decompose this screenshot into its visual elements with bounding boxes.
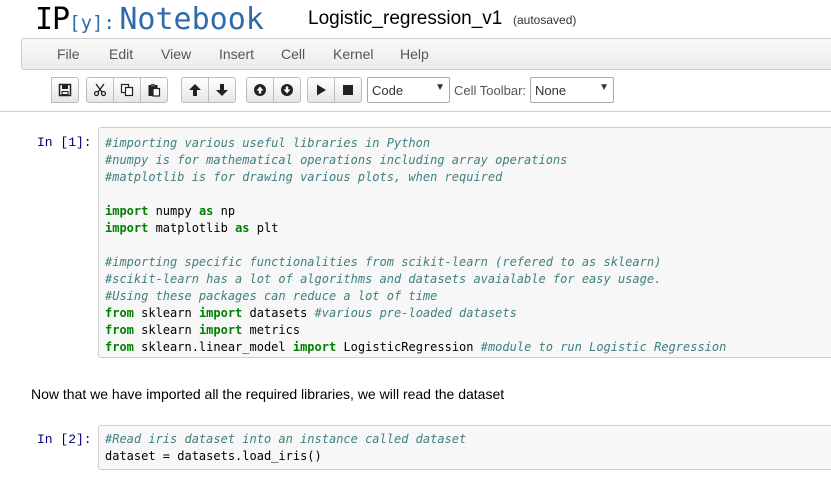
markdown-cell[interactable]: Now that we have imported all the requir…	[31, 386, 504, 402]
save-group	[51, 77, 79, 103]
code-comment: #matplotlib is for drawing various plots…	[105, 170, 503, 184]
code-token: plt	[249, 221, 279, 235]
code-token: matplotlib	[148, 221, 236, 235]
code-cell-input[interactable]: #importing various useful libraries in P…	[98, 127, 831, 358]
code-text: #Read iris dataset into an instance call…	[105, 431, 466, 465]
copy-icon	[120, 83, 134, 97]
input-prompt: In [1]:	[37, 135, 92, 150]
code-keyword: as	[198, 204, 214, 218]
cell-toolbar-select[interactable]: None ▼	[530, 77, 614, 103]
run-below-icon	[281, 84, 293, 96]
move-down-button[interactable]	[208, 77, 236, 103]
code-keyword: import	[198, 306, 243, 320]
run-above-icon	[254, 84, 266, 96]
move-up-icon	[189, 84, 201, 96]
code-token: sklearn.linear_model	[133, 340, 293, 354]
run-cell-button[interactable]	[307, 77, 335, 103]
chevron-down-icon: ▼	[435, 82, 445, 93]
code-comment: #module to run Logistic Regression	[480, 340, 727, 354]
toolbar-divider	[0, 111, 831, 112]
autosave-status: (autosaved)	[513, 13, 577, 27]
logo-ip-text: IP	[35, 2, 70, 37]
code-token: sklearn	[133, 323, 199, 337]
cell-type-value: Code	[372, 83, 404, 98]
menu-view[interactable]: View	[161, 46, 191, 62]
code-comment: #scikit-learn has a lot of algorithms an…	[105, 272, 662, 286]
code-keyword: import	[105, 204, 149, 218]
notebook-name[interactable]: Logistic_regression_v1	[308, 8, 502, 30]
insert-above-button[interactable]	[246, 77, 274, 103]
code-keyword: import	[292, 340, 337, 354]
interrupt-kernel-button[interactable]	[334, 77, 362, 103]
stop-icon	[343, 85, 353, 95]
code-token: datasets	[242, 306, 315, 320]
code-comment: #importing various useful libraries in P…	[105, 136, 431, 150]
menu-file[interactable]: File	[57, 46, 80, 62]
code-comment: #numpy is for mathematical operations in…	[105, 153, 568, 167]
code-token: dataset = datasets.load_iris()	[105, 449, 322, 463]
move-down-icon	[216, 84, 228, 96]
code-token: numpy	[148, 204, 199, 218]
ipython-logo[interactable]: IP[y]: Notebook	[35, 2, 264, 38]
menu-edit[interactable]: Edit	[109, 46, 133, 62]
logo-y-text: [y]:	[69, 12, 115, 34]
save-icon	[58, 83, 72, 97]
code-token: sklearn	[133, 306, 199, 320]
paste-button[interactable]	[140, 77, 168, 103]
menu-cell[interactable]: Cell	[281, 46, 305, 62]
cut-icon	[93, 83, 107, 97]
menu-insert[interactable]: Insert	[219, 46, 254, 62]
edit-group	[86, 77, 168, 103]
copy-button[interactable]	[113, 77, 141, 103]
run-group	[307, 77, 362, 103]
code-comment: #importing specific functionalities from…	[105, 255, 662, 269]
code-token: metrics	[242, 323, 301, 337]
insert-group	[246, 77, 301, 103]
code-keyword: as	[235, 221, 250, 235]
cell-toolbar-label: Cell Toolbar:	[454, 83, 527, 98]
notebook-header: IP[y]: Notebook Logistic_regression_v1 (…	[0, 0, 831, 40]
code-keyword: from	[105, 340, 134, 354]
menu-kernel[interactable]: Kernel	[333, 46, 373, 62]
chevron-down-icon: ▼	[599, 82, 609, 93]
code-token: LogisticRegression	[336, 340, 481, 354]
code-token: np	[213, 204, 236, 218]
input-prompt: In [2]:	[37, 432, 92, 447]
cell-type-select[interactable]: Code ▼	[367, 77, 450, 103]
code-comment: #various pre-loaded datasets	[314, 306, 517, 320]
menubar: File Edit View Insert Cell Kernel Help	[21, 38, 831, 70]
code-keyword: from	[105, 306, 134, 320]
code-comment: #Using these packages can reduce a lot o…	[105, 289, 438, 303]
logo-notebook-text: Notebook	[119, 2, 264, 37]
save-button[interactable]	[51, 77, 79, 103]
insert-below-button[interactable]	[273, 77, 301, 103]
move-up-button[interactable]	[181, 77, 209, 103]
code-cell-input[interactable]: #Read iris dataset into an instance call…	[98, 425, 831, 470]
play-icon	[317, 84, 326, 96]
move-group	[181, 77, 236, 103]
code-keyword: import	[198, 323, 243, 337]
code-comment: #Read iris dataset into an instance call…	[105, 432, 467, 446]
menu-help[interactable]: Help	[400, 46, 429, 62]
cell-toolbar-value: None	[535, 83, 567, 98]
code-text: #importing various useful libraries in P…	[105, 135, 726, 356]
code-keyword: from	[105, 323, 134, 337]
cut-button[interactable]	[86, 77, 114, 103]
code-keyword: import	[105, 221, 149, 235]
toolbar: Code ▼ None ▼	[0, 72, 831, 110]
paste-icon	[148, 84, 161, 97]
